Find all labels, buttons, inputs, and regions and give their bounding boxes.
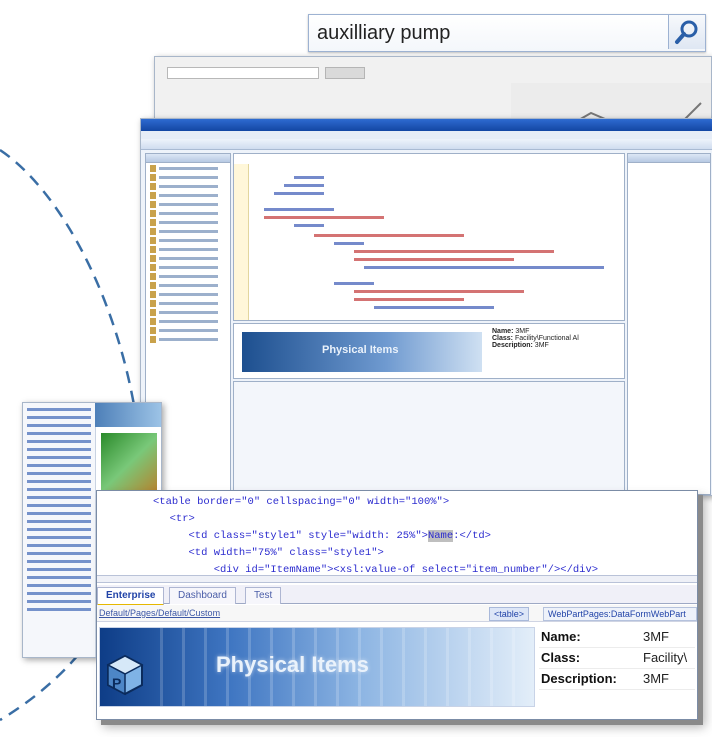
mini-banner-title: Physical Items xyxy=(322,344,399,356)
tag-breadcrumb-bar: Default/Pages/Default/Custom <table> Web… xyxy=(97,605,697,622)
designer-menubar xyxy=(141,131,712,139)
page-tabs: Enterprise Dashboard Test xyxy=(97,585,697,606)
property-label: Name: xyxy=(541,629,581,644)
portal-header xyxy=(95,403,161,427)
viewer-search-button xyxy=(325,67,365,79)
property-row: Class: Facility\ xyxy=(539,648,695,669)
cube-p-icon: P xyxy=(106,654,144,696)
property-value: 3MF xyxy=(643,629,669,644)
mini-banner: Physical Items xyxy=(242,332,482,372)
mini-prop-value: Facility\Functional Al xyxy=(514,335,579,342)
cube-letter: P xyxy=(112,675,121,691)
mini-prop-value: 3MF xyxy=(515,328,530,335)
toolbox-pane xyxy=(627,153,711,495)
designer-titlebar xyxy=(141,119,712,131)
property-row: Name: 3MF xyxy=(539,627,695,648)
tab-enterprise[interactable]: Enterprise xyxy=(97,587,165,606)
design-preview-pane: Physical Items Name: 3MF Class: Facility… xyxy=(233,323,625,379)
property-label: Class: xyxy=(541,650,581,665)
code-line-part: :</td> xyxy=(453,530,491,542)
lower-design-pane xyxy=(233,381,625,495)
property-row: Description: 3MF xyxy=(539,669,695,690)
webpart-tag-chip[interactable]: WebPartPages:DataFormWebPart xyxy=(543,607,697,621)
search-bar xyxy=(308,14,706,52)
property-value: Facility\ xyxy=(643,650,688,665)
table-tag-chip[interactable]: <table> xyxy=(489,607,530,621)
zoomed-designer-screenshot: <table border="0" cellspacing="0" width=… xyxy=(96,490,698,720)
viewer-search-field xyxy=(167,67,319,79)
code-line: <td width="75%" class="style1"> xyxy=(157,547,384,559)
html-code-area: <table border="0" cellspacing="0" width=… xyxy=(97,491,697,578)
designer-toolbar xyxy=(141,139,712,150)
code-editor-pane xyxy=(233,153,625,321)
search-icon xyxy=(675,20,698,44)
portal-sidebar xyxy=(23,403,96,657)
breadcrumb[interactable]: Default/Pages/Default/Custom xyxy=(99,605,220,621)
mini-prop-value: 3MF xyxy=(534,342,549,349)
code-line-with-highlight: <td class="style1" style="width: 25%">Na… xyxy=(97,528,697,545)
mini-prop-label: Description: xyxy=(492,342,533,349)
mini-prop-label: Class: xyxy=(492,335,514,342)
mini-prop-label: Name: xyxy=(492,328,514,335)
portal-3d-image xyxy=(101,433,157,495)
tab-test[interactable]: Test xyxy=(245,587,282,604)
search-button[interactable] xyxy=(668,15,705,49)
tab-dashboard[interactable]: Dashboard xyxy=(169,587,236,604)
splitter[interactable] xyxy=(97,575,697,583)
code-line-part: <td class="style1" style="width: 25%"> xyxy=(157,530,428,542)
code-line: <table border="0" cellspacing="0" width=… xyxy=(153,496,450,508)
property-label: Description: xyxy=(541,671,617,686)
search-input[interactable] xyxy=(315,17,663,49)
composite-screenshot: Physical Items Name: 3MF Class: Facility… xyxy=(0,0,712,737)
property-value: 3MF xyxy=(643,671,669,686)
banner-title: Physical Items xyxy=(216,652,369,677)
code-highlight: Name xyxy=(427,530,454,542)
designer-screenshot: Physical Items Name: 3MF Class: Facility… xyxy=(140,118,712,496)
code-line: <tr> xyxy=(157,513,195,525)
mini-properties: Name: 3MF Class: Facility\Functional Al … xyxy=(492,328,620,349)
physical-items-banner: P Physical Items xyxy=(99,627,535,707)
item-properties: Name: 3MF Class: Facility\ Description: … xyxy=(539,627,695,705)
